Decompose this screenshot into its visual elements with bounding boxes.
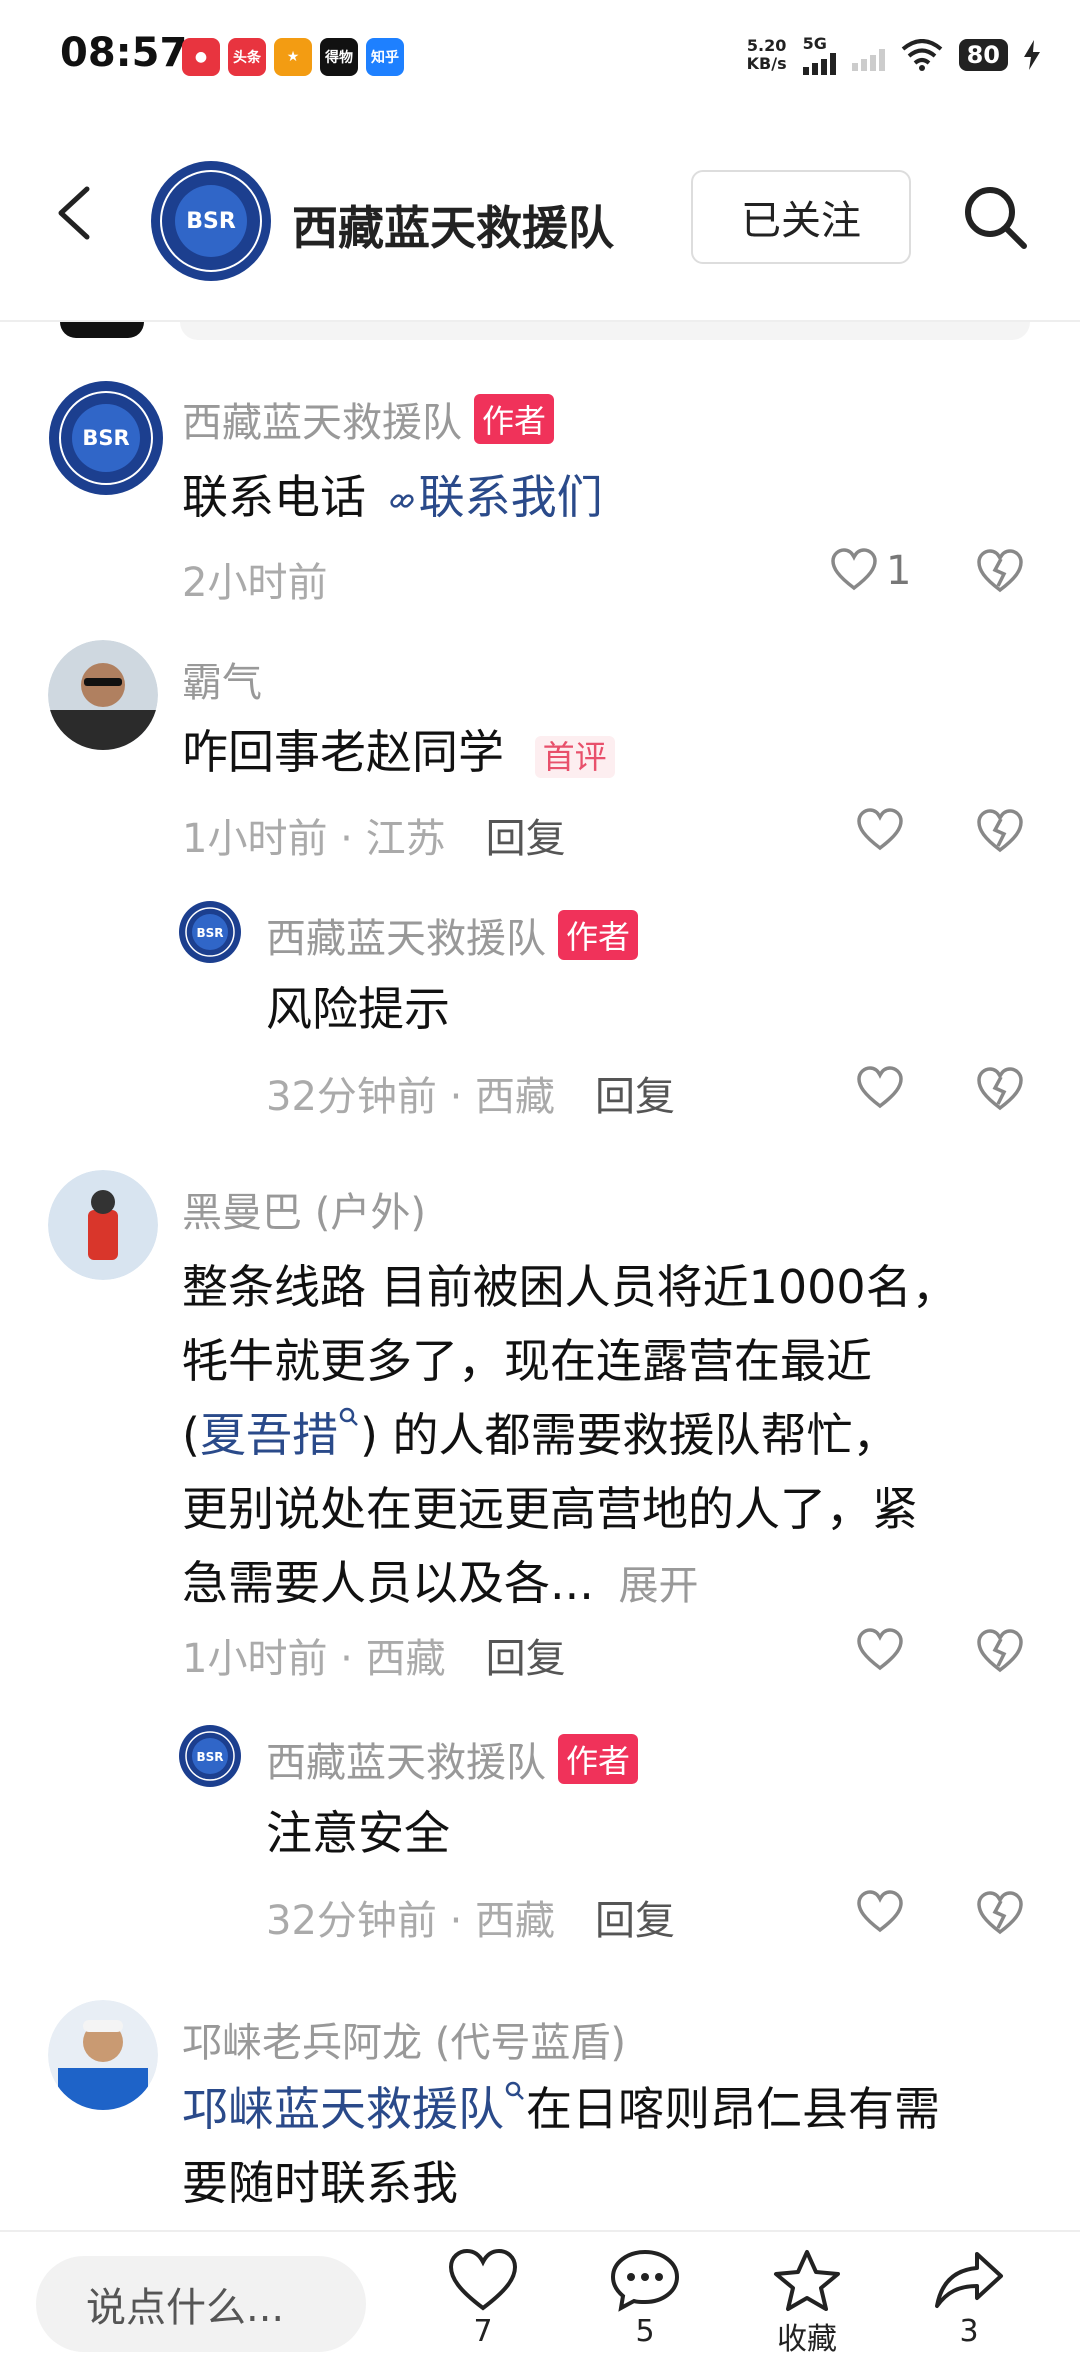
like-button[interactable]: 7 (428, 2248, 538, 2349)
follow-button[interactable]: 已关注 (691, 170, 911, 264)
network-5g: 5G (802, 34, 836, 75)
comment-time: 1小时前 · 西藏 回复 (182, 1636, 566, 1682)
first-comment-badge: 首评 (534, 736, 615, 778)
heart-icon (448, 2248, 518, 2311)
author-badge: 作者 (474, 394, 555, 444)
dislike-icon[interactable] (976, 1066, 1024, 1112)
comment-time: 2小时前 (182, 560, 328, 606)
comment-author[interactable]: 西藏蓝天救援队 作者 (266, 1730, 639, 1788)
signal-icon (802, 53, 836, 75)
bottom-action-bar: 说点什么... 7 5 收藏 3 (0, 2230, 1080, 2362)
dislike-icon[interactable] (976, 1628, 1024, 1674)
expand-button[interactable]: 展开 (619, 1563, 699, 1609)
previous-comment-fragment (180, 322, 1030, 340)
author-badge: 作者 (558, 910, 639, 960)
place-link[interactable]: 夏吾措 (200, 1407, 360, 1462)
heart-icon[interactable] (856, 808, 904, 852)
comment-author[interactable]: 西藏蓝天救援队 作者 (182, 390, 555, 448)
comment-button[interactable]: 5 (590, 2248, 700, 2349)
notification-icons: ● 头条 ★ 得物 知乎 (182, 38, 404, 76)
page-header: BSR 西藏蓝天救援队 已关注 (0, 110, 1080, 322)
team-link[interactable]: 邛崃蓝天救援队 (182, 2081, 526, 2136)
search-icon (339, 1407, 358, 1426)
collect-button[interactable]: 收藏 (752, 2248, 862, 2358)
contact-link[interactable]: 联系我们 (381, 470, 603, 524)
charging-icon (1024, 39, 1040, 70)
search-icon (505, 2081, 524, 2100)
reply-button[interactable]: 回复 (595, 1074, 675, 1120)
app-notification-icon: ★ (274, 38, 312, 76)
star-icon (774, 2250, 840, 2311)
previous-comment-fragment (60, 322, 144, 338)
share-icon (935, 2252, 1003, 2308)
comment-time: 32分钟前 · 西藏 回复 (266, 1074, 676, 1120)
wifi-icon (901, 38, 942, 71)
svg-text:BSR: BSR (186, 209, 236, 234)
avatar[interactable]: BSR (178, 1724, 242, 1788)
comment-text: 联系电话 联系我们 (182, 470, 603, 524)
signal-2-icon (851, 39, 885, 71)
dislike-icon[interactable] (976, 548, 1024, 594)
comment-count: 5 (635, 2314, 655, 2349)
like-count: 7 (473, 2314, 493, 2349)
battery-icon: 80 (958, 38, 1008, 71)
dislike-icon[interactable] (976, 808, 1024, 854)
team-avatar[interactable]: BSR (150, 160, 272, 282)
comment-icon (610, 2249, 680, 2312)
heart-icon[interactable] (830, 548, 878, 592)
comment-time: 32分钟前 · 西藏 回复 (266, 1898, 676, 1944)
heart-icon[interactable] (856, 1628, 904, 1672)
comment-author[interactable]: 邛崃老兵阿龙 (代号蓝盾) (182, 2010, 626, 2068)
comment-text: 邛崃蓝天救援队 在日喀则昂仁县有需 要随时联系我 (182, 2081, 940, 2210)
app-notification-icon: ● (182, 38, 220, 76)
comment-author[interactable]: 西藏蓝天救援队 作者 (266, 906, 639, 964)
back-icon[interactable] (55, 185, 91, 241)
reply-button[interactable]: 回复 (486, 816, 566, 862)
link-icon (389, 493, 414, 508)
reply-button[interactable]: 回复 (486, 1636, 566, 1682)
comment-text: 注意安全 (266, 1806, 450, 1860)
author-badge: 作者 (558, 1734, 639, 1784)
svg-text:BSR: BSR (82, 426, 129, 450)
search-icon[interactable] (960, 182, 1030, 252)
avatar[interactable]: BSR (48, 380, 164, 496)
heart-icon[interactable] (856, 1066, 904, 1110)
avatar[interactable] (48, 640, 158, 750)
status-indicators: 5.20 KB/s 5G 80 (747, 34, 1040, 75)
avatar[interactable]: BSR (178, 900, 242, 964)
reply-button[interactable]: 回复 (595, 1898, 675, 1944)
toutiao-icon: 头条 (228, 38, 266, 76)
heart-icon[interactable] (856, 1890, 904, 1934)
collect-label: 收藏 (777, 2322, 837, 2357)
svg-text:BSR: BSR (196, 1750, 223, 1764)
comment-input[interactable]: 说点什么... (36, 2256, 366, 2352)
page-title: 西藏蓝天救援队 (292, 201, 614, 255)
avatar[interactable] (48, 1170, 158, 1280)
comment-author[interactable]: 黑曼巴 (户外) (182, 1180, 426, 1238)
zhihu-icon: 知乎 (366, 38, 404, 76)
status-time: 08:57 (60, 30, 188, 76)
dewu-icon: 得物 (320, 38, 358, 76)
net-speed: 5.20 KB/s (746, 35, 787, 73)
share-button[interactable]: 3 (914, 2248, 1024, 2349)
comment-text: 整条线路 目前被困人员将近1000名， 牦牛就更多了，现在连露营在最近 (夏吾措… (182, 1260, 958, 1610)
comment-text: 风险提示 (266, 982, 450, 1036)
comment-time: 1小时前 · 江苏 回复 (182, 816, 566, 862)
dislike-icon[interactable] (976, 1890, 1024, 1936)
svg-text:BSR: BSR (196, 926, 223, 940)
share-count: 3 (959, 2314, 979, 2349)
like-count: 1 (886, 548, 912, 594)
avatar[interactable] (48, 2000, 158, 2110)
comment-text: 咋回事老赵同学 首评 (182, 715, 615, 794)
status-bar: 08:57 ● 头条 ★ 得物 知乎 5.20 KB/s 5G 80 (0, 0, 1080, 110)
comment-author[interactable]: 霸气 (182, 650, 262, 708)
